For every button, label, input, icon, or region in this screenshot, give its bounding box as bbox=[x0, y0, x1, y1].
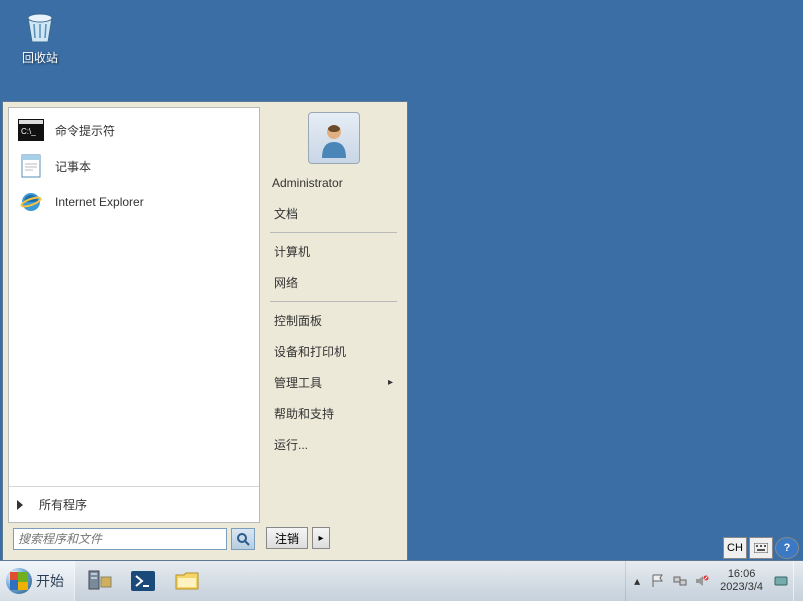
menu-item-documents[interactable]: 文档 bbox=[260, 198, 407, 229]
tray-volume-icon[interactable] bbox=[694, 573, 710, 589]
search-button[interactable] bbox=[231, 528, 255, 550]
ie-icon bbox=[17, 188, 45, 216]
folder-icon bbox=[173, 567, 201, 595]
server-manager-icon bbox=[85, 567, 113, 595]
language-bar: CH ? bbox=[723, 537, 799, 559]
powershell-icon bbox=[129, 567, 157, 595]
program-item-cmd[interactable]: C:\_ 命令提示符 bbox=[9, 112, 259, 148]
start-menu: C:\_ 命令提示符 记事本 Internet Explorer 所有程序 bbox=[2, 101, 408, 560]
menu-item-network[interactable]: 网络 bbox=[260, 267, 407, 298]
ime-indicator[interactable]: CH bbox=[723, 537, 747, 559]
ime-keyboard-icon[interactable] bbox=[749, 537, 773, 559]
start-button[interactable]: 开始 bbox=[0, 561, 75, 601]
menu-item-label: 计算机 bbox=[274, 243, 310, 260]
menu-item-admin-tools[interactable]: 管理工具 ▸ bbox=[260, 367, 407, 398]
show-desktop-button[interactable] bbox=[793, 561, 803, 601]
user-picture[interactable] bbox=[308, 112, 360, 164]
desktop-icon-recycle-bin[interactable]: 回收站 bbox=[10, 6, 70, 66]
chevron-right-icon: ▸ bbox=[319, 533, 324, 544]
menu-separator bbox=[270, 301, 397, 302]
menu-item-help[interactable]: 帮助和支持 bbox=[260, 398, 407, 429]
windows-orb-icon bbox=[6, 568, 32, 594]
menu-item-label: 网络 bbox=[274, 274, 298, 291]
cmd-icon: C:\_ bbox=[17, 116, 45, 144]
menu-item-label: 管理工具 bbox=[274, 374, 322, 391]
svg-text:C:\_: C:\_ bbox=[21, 127, 36, 136]
recycle-bin-icon bbox=[20, 6, 60, 46]
system-tray: ▴ 16:06 2023/3/4 bbox=[625, 561, 793, 601]
notepad-icon bbox=[17, 152, 45, 180]
logoff-options-button[interactable]: ▸ bbox=[312, 527, 330, 549]
program-item-notepad[interactable]: 记事本 bbox=[9, 148, 259, 184]
clock-time: 16:06 bbox=[720, 568, 763, 581]
start-menu-search-row bbox=[8, 522, 260, 555]
menu-item-label: 帮助和支持 bbox=[274, 405, 334, 422]
taskbar-pinned bbox=[75, 561, 211, 601]
tray-network-icon[interactable] bbox=[672, 573, 688, 589]
menu-item-label: 文档 bbox=[274, 205, 298, 222]
tray-unknown-icon[interactable] bbox=[773, 573, 789, 589]
start-menu-programs-list: C:\_ 命令提示符 记事本 Internet Explorer bbox=[9, 108, 259, 486]
logoff-row: 注销 ▸ bbox=[260, 522, 407, 554]
help-icon[interactable]: ? bbox=[775, 537, 799, 559]
logoff-button[interactable]: 注销 bbox=[266, 527, 308, 549]
user-avatar-icon bbox=[314, 118, 354, 158]
menu-separator bbox=[270, 232, 397, 233]
arrow-right-icon bbox=[17, 500, 23, 510]
program-label: Internet Explorer bbox=[55, 195, 144, 209]
pinned-explorer[interactable] bbox=[167, 564, 207, 598]
menu-item-computer[interactable]: 计算机 bbox=[260, 236, 407, 267]
program-item-ie[interactable]: Internet Explorer bbox=[9, 184, 259, 220]
tray-flag-icon[interactable] bbox=[650, 573, 666, 589]
menu-item-label: 运行... bbox=[274, 436, 308, 453]
all-programs-label: 所有程序 bbox=[39, 496, 87, 513]
search-icon bbox=[236, 532, 250, 546]
program-label: 命令提示符 bbox=[55, 122, 115, 139]
taskbar-clock[interactable]: 16:06 2023/3/4 bbox=[716, 568, 767, 594]
user-name-label: Administrator bbox=[260, 172, 407, 198]
clock-date: 2023/3/4 bbox=[720, 581, 763, 594]
chevron-right-icon: ▸ bbox=[388, 377, 393, 388]
logoff-label: 注销 bbox=[275, 530, 299, 547]
menu-item-label: 控制面板 bbox=[274, 312, 322, 329]
desktop-icon-label: 回收站 bbox=[10, 49, 70, 66]
pinned-server-manager[interactable] bbox=[79, 564, 119, 598]
menu-item-devices-printers[interactable]: 设备和打印机 bbox=[260, 336, 407, 367]
program-label: 记事本 bbox=[55, 158, 91, 175]
menu-item-control-panel[interactable]: 控制面板 bbox=[260, 305, 407, 336]
start-menu-left-pane: C:\_ 命令提示符 记事本 Internet Explorer 所有程序 bbox=[8, 107, 260, 555]
tray-expand-button[interactable]: ▴ bbox=[630, 574, 644, 588]
pinned-powershell[interactable] bbox=[123, 564, 163, 598]
search-input[interactable] bbox=[13, 528, 227, 550]
taskbar: 开始 ▴ 16:06 2023/3/4 bbox=[0, 560, 803, 601]
start-label: 开始 bbox=[36, 571, 64, 591]
menu-item-label: 设备和打印机 bbox=[274, 343, 346, 360]
start-menu-right-pane: Administrator 文档计算机网络控制面板设备和打印机管理工具 ▸ 帮助和支… bbox=[260, 102, 407, 560]
menu-item-run[interactable]: 运行... bbox=[260, 429, 407, 460]
all-programs-button[interactable]: 所有程序 bbox=[9, 486, 259, 522]
